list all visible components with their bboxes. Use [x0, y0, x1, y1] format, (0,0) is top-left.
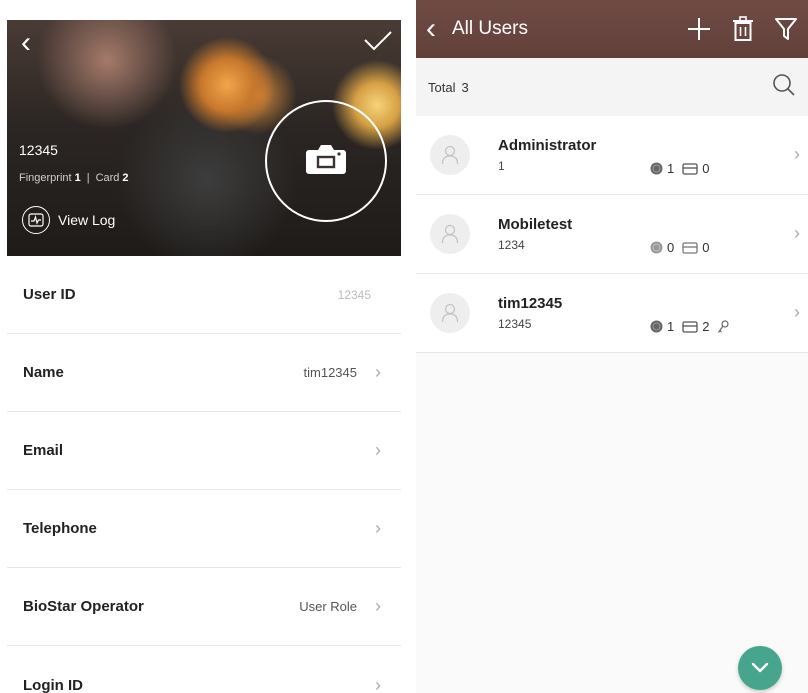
card-icon	[682, 241, 698, 254]
card-icon	[682, 162, 698, 175]
card-count: 0	[702, 240, 710, 255]
field-biostar-operator[interactable]: BioStar Operator User Role ›	[7, 568, 401, 646]
field-value: User Role	[299, 599, 357, 614]
total-count: 3	[461, 79, 469, 95]
avatar	[430, 214, 470, 254]
card-label: Card	[95, 172, 120, 184]
chevron-right-icon: ›	[794, 302, 800, 322]
field-label: User ID	[23, 286, 76, 303]
field-name[interactable]: Name tim12345 ›	[7, 334, 401, 412]
credential-counts: 1 2	[650, 319, 730, 334]
card-icon	[682, 320, 698, 333]
list-item[interactable]: Mobiletest 1234 0 0 ›	[416, 195, 808, 274]
add-user-button[interactable]	[686, 16, 712, 42]
user-id: 12345	[498, 317, 532, 331]
page-title: All Users	[452, 18, 529, 39]
user-id: 1	[498, 159, 505, 173]
field-value: tim12345	[303, 365, 357, 380]
person-icon	[441, 303, 459, 323]
chevron-right-icon: ›	[375, 440, 381, 460]
change-photo-button[interactable]	[265, 100, 387, 222]
total-label: Total	[428, 79, 456, 95]
search-icon[interactable]	[772, 73, 796, 102]
field-label: BioStar Operator	[23, 598, 144, 615]
credential-summary: Fingerprint 1 | Card 2	[19, 172, 129, 184]
field-telephone[interactable]: Telephone ›	[7, 490, 401, 568]
chevron-right-icon: ›	[375, 674, 381, 693]
user-id: 1234	[498, 238, 525, 252]
key-icon	[718, 319, 730, 333]
list-item[interactable]: Administrator 1 1 0 ›	[416, 116, 808, 195]
camera-icon	[305, 142, 347, 181]
user-list-panel: ‹ All Users Total 3 Administrator 1 1 0 …	[416, 0, 808, 693]
delete-button[interactable]	[732, 16, 754, 42]
field-value: 12345	[337, 287, 371, 302]
list-item[interactable]: tim12345 12345 1 2 ›	[416, 274, 808, 353]
credential-counts: 1 0	[650, 161, 717, 176]
view-log-button[interactable]: View Log	[22, 206, 115, 234]
person-icon	[441, 224, 459, 244]
field-label: Email	[23, 442, 64, 459]
credential-counts: 0 0	[650, 240, 717, 255]
user-name: tim12345	[498, 295, 563, 312]
chevron-right-icon: ›	[375, 362, 381, 382]
fingerprint-count: 1	[74, 172, 81, 184]
field-label: Login ID	[23, 676, 83, 693]
field-email[interactable]: Email ›	[7, 412, 401, 490]
log-icon	[22, 206, 50, 234]
field-label: Name	[23, 364, 64, 381]
filter-button[interactable]	[774, 16, 798, 42]
card-count: 0	[702, 161, 710, 176]
chevron-down-icon	[751, 662, 769, 673]
total-bar: Total 3	[416, 58, 808, 116]
user-name: Mobiletest	[498, 216, 573, 233]
profile-user-id: 12345	[19, 142, 58, 158]
fingerprint-label: Fingerprint	[19, 172, 72, 184]
profile-header: ‹ 12345 Fingerprint 1 | Card 2 View Log	[7, 20, 401, 256]
field-login-id[interactable]: Login ID ›	[7, 646, 401, 693]
chevron-right-icon: ›	[794, 144, 800, 164]
chevron-right-icon: ›	[794, 223, 800, 243]
fingerprint-count: 0	[667, 240, 675, 255]
user-detail-panel: ‹ 12345 Fingerprint 1 | Card 2 View Log User…	[7, 20, 401, 693]
fingerprint-icon	[650, 162, 663, 175]
app-bar: ‹ All Users	[416, 0, 808, 58]
trash-icon	[733, 16, 753, 41]
check-icon[interactable]	[363, 30, 393, 57]
fingerprint-icon	[650, 241, 663, 254]
plus-icon	[688, 18, 710, 40]
avatar	[430, 135, 470, 175]
person-icon	[441, 145, 459, 165]
back-icon[interactable]: ‹	[21, 28, 31, 58]
fingerprint-count: 1	[667, 319, 675, 334]
user-name: Administrator	[498, 137, 597, 154]
chevron-right-icon: ›	[375, 596, 381, 616]
avatar	[430, 293, 470, 333]
filter-icon	[775, 18, 797, 40]
field-user-id: User ID 12345	[7, 256, 401, 334]
card-count: 2	[702, 319, 710, 334]
card-count: 2	[122, 172, 129, 184]
fingerprint-count: 1	[667, 161, 675, 176]
field-label: Telephone	[23, 520, 97, 537]
chevron-right-icon: ›	[375, 518, 381, 538]
fingerprint-icon	[650, 320, 663, 333]
back-icon[interactable]: ‹	[426, 14, 436, 44]
scroll-down-button[interactable]	[738, 646, 782, 690]
view-log-label: View Log	[58, 212, 116, 228]
